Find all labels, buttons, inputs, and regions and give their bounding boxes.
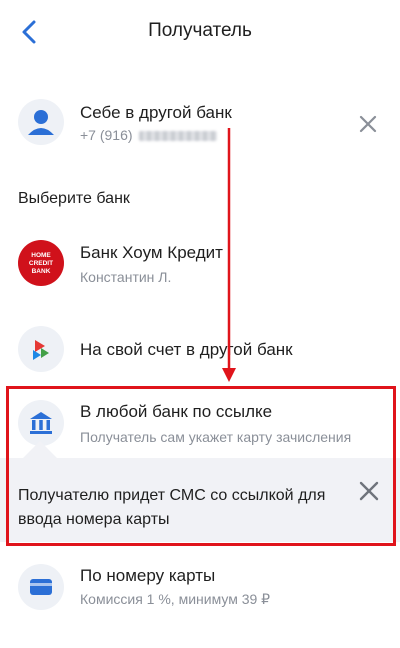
app-header: Получатель [0, 0, 400, 64]
credit-card-icon [18, 564, 64, 610]
bank-item-own-account[interactable]: На свой счет в другой банк [0, 326, 400, 376]
hint-text: Получателю придет СМС со ссылкой для вво… [18, 487, 326, 528]
recipient-phone-prefix: +7 (916) [80, 127, 133, 143]
bank-item-card-number[interactable]: По номеру карты Комиссия 1 %, минимум 39… [0, 560, 400, 616]
bank-subtitle: Комиссия 1 %, минимум 39 ₽ [80, 591, 271, 607]
bank-title: На свой счет в другой банк [80, 340, 293, 359]
choose-bank-label: Выберите банк [18, 190, 130, 207]
bank-title: Банк Хоум Кредит [80, 243, 223, 262]
bank-subtitle: Константин Л. [80, 269, 172, 285]
bank-building-icon [18, 400, 64, 446]
bank-title: В любой банк по ссылке [80, 402, 273, 421]
svg-text:HOME: HOME [31, 252, 51, 259]
recipient-name: Себе в другой банк [80, 103, 232, 122]
bank-subtitle: Получатель сам укажет карту зачисления [80, 429, 352, 445]
redacted-phone-digits [138, 131, 217, 142]
home-credit-logo: HOME CREDIT BANK [18, 240, 64, 286]
user-avatar-icon [18, 99, 64, 145]
svg-text:BANK: BANK [32, 268, 51, 275]
clear-recipient-icon[interactable] [356, 112, 380, 136]
bank-title: По номеру карты [80, 566, 216, 585]
svg-text:CREDIT: CREDIT [29, 260, 53, 267]
transfer-arrows-icon [18, 326, 64, 372]
selected-recipient[interactable]: Себе в другой банк +7 (916) [0, 96, 400, 152]
recipient-phone: +7 (916) [80, 127, 217, 143]
close-hint-icon[interactable] [357, 479, 381, 503]
bank-item-by-link[interactable]: В любой банк по ссылке Получатель сам ук… [0, 396, 400, 452]
bank-item-home-credit[interactable]: HOME CREDIT BANK Банк Хоум Кредит Конста… [0, 238, 400, 294]
page-title: Получатель [148, 20, 252, 41]
